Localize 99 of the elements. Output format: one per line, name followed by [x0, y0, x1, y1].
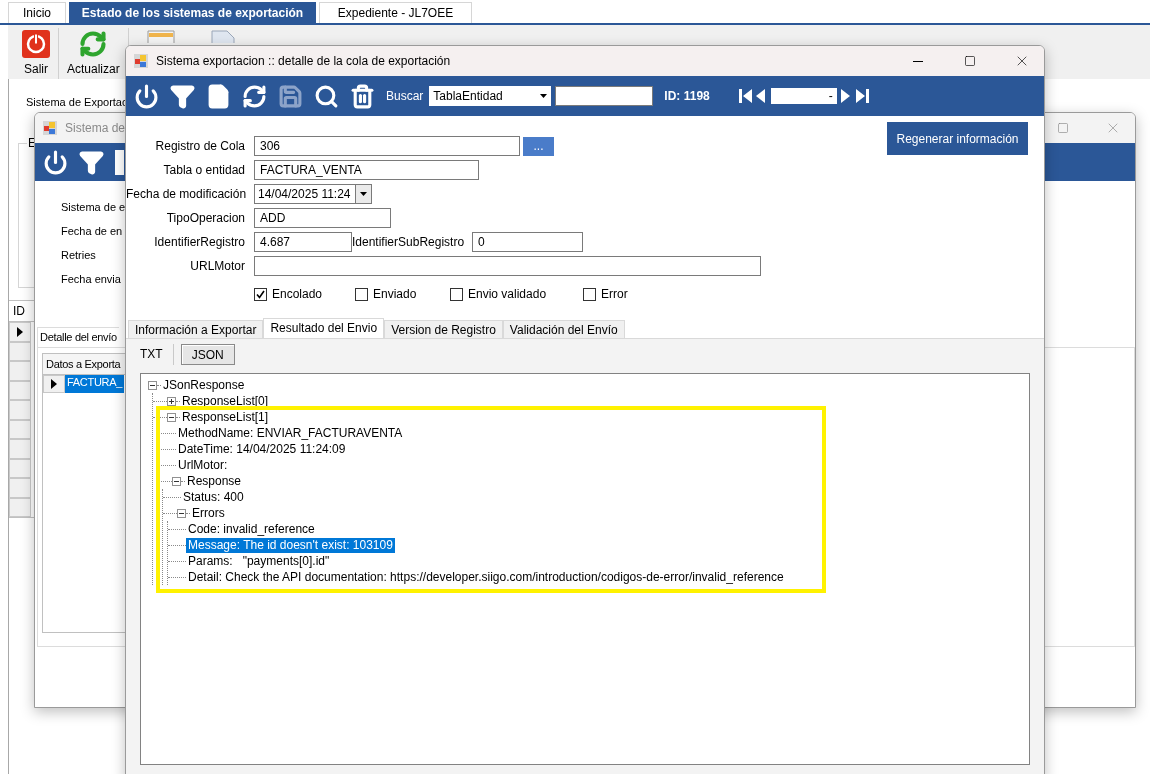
filter-button[interactable] [170, 83, 195, 109]
search-label: Buscar [386, 89, 424, 103]
checkbox[interactable]: Encolado [254, 287, 355, 301]
tab[interactable]: TXT [130, 344, 174, 365]
window-icon [146, 30, 175, 43]
filter-icon [79, 149, 104, 175]
field-label: Fecha de en [61, 225, 123, 239]
power-button[interactable] [134, 83, 159, 109]
tree-node[interactable]: Detail: Check the API documentation: https://developer.siigo.com/introduction/codigos-de-error/invalid_reference [186, 569, 786, 585]
caret-icon [360, 192, 367, 196]
checkbox[interactable]: Enviado [355, 287, 450, 301]
window-title: Sistema exportacion :: detalle de la cola de exportación [156, 54, 452, 68]
power-icon [134, 83, 159, 109]
triangle-left-button[interactable] [754, 89, 768, 103]
trash-icon [350, 83, 375, 109]
tree-node[interactable]: Params: "payments[0].id" [186, 553, 332, 569]
id-label: ID: 1198 [664, 89, 710, 103]
input-field[interactable]: 306 [254, 136, 520, 156]
skip-forward-icon [855, 89, 869, 103]
input-field[interactable]: 4.687 [254, 232, 352, 252]
tree-node[interactable]: Response [185, 473, 244, 489]
tab[interactable]: Version de Registro [384, 320, 503, 338]
section-label: Sistema de Exportac [26, 96, 128, 108]
caret-icon [540, 94, 548, 98]
date-field[interactable]: 14/04/2025 11:24 [254, 184, 372, 204]
skip-back-icon [738, 89, 752, 103]
field-label: Retries [61, 249, 96, 263]
row-selector[interactable] [9, 322, 31, 342]
tab[interactable]: Información a Exportar [128, 320, 264, 338]
tab[interactable]: Inicio [8, 2, 66, 23]
exit-button[interactable]: Salir [14, 28, 59, 79]
input-field[interactable] [254, 256, 761, 276]
row-pointer-icon [50, 379, 58, 389]
tree-node[interactable]: ResponseList[1] [180, 409, 271, 425]
field-label: Fecha de modificación [126, 187, 248, 201]
app-icon [43, 121, 57, 135]
search-icon [314, 83, 339, 109]
tab[interactable]: JSON [180, 344, 235, 365]
table-cell: FACTURA_ [65, 375, 125, 393]
field-label: Fecha envia [61, 273, 121, 287]
refresh-icon [79, 30, 108, 58]
input-field[interactable]: ADD [254, 208, 391, 228]
input-field[interactable]: FACTURA_VENTA [254, 160, 479, 180]
minimize-icon [913, 60, 923, 62]
field-label: Tabla o entidad [162, 163, 246, 177]
tree-node[interactable]: Status: 400 [181, 489, 246, 505]
filter-icon [170, 83, 195, 109]
power-icon [22, 30, 50, 58]
tree-node[interactable]: DateTime: 14/04/2025 11:24:09 [176, 441, 348, 457]
checkbox[interactable]: Error [583, 287, 761, 301]
field-label: TipoOperacion [165, 211, 246, 225]
collapse-icon[interactable] [148, 380, 157, 390]
column-header: Datos a Exporta [46, 358, 121, 370]
row-pointer-icon [16, 326, 24, 337]
tree-node[interactable]: ResponseList[0] [180, 393, 271, 409]
regenerate-button[interactable]: Regenerar información [887, 122, 1028, 155]
collapse-icon[interactable] [172, 476, 181, 486]
tab[interactable]: Validación del Envío [502, 320, 625, 338]
tree-node[interactable]: JSonResponse [161, 377, 247, 393]
tree-node[interactable]: Message: The id doesn't exist: 103109 [186, 537, 395, 553]
table-select[interactable]: TablaEntidad [429, 86, 552, 106]
tab[interactable]: Expediente - JL7OEE [319, 2, 472, 23]
tab[interactable]: Resultado del Envio [263, 318, 385, 338]
tab[interactable]: Detalle del envío [37, 327, 119, 347]
field-label: IdentifierRegistro [153, 235, 246, 249]
delete-button[interactable] [350, 83, 375, 109]
tree-node[interactable]: UrlMotor: [176, 457, 230, 473]
save-icon [278, 83, 303, 109]
field-label: Registro de Cola [154, 139, 246, 153]
checkbox[interactable]: Envio validado [450, 287, 583, 301]
filter-button[interactable] [79, 149, 104, 175]
refresh-icon [242, 83, 267, 109]
collapse-icon[interactable] [177, 508, 186, 518]
field-label: URLMotor [189, 259, 246, 273]
refresh-button[interactable] [242, 83, 267, 109]
window-title: Sistema de [65, 121, 127, 135]
input-field[interactable]: 0 [472, 232, 583, 252]
check-icon [256, 289, 265, 299]
browse-button[interactable]: ... [523, 136, 554, 156]
app-icon [134, 54, 148, 68]
row-selector[interactable] [43, 375, 65, 393]
triangle-left-icon [754, 89, 768, 103]
skip-back-button[interactable] [738, 89, 752, 103]
search-button[interactable] [314, 83, 339, 109]
record-field[interactable]: - [770, 88, 837, 104]
maximize-icon [964, 55, 976, 67]
expand-icon[interactable] [167, 396, 176, 406]
field-label: Sistema de e [61, 201, 126, 215]
collapse-icon[interactable] [167, 412, 176, 422]
search-field[interactable] [555, 86, 654, 106]
maximize-icon [1057, 122, 1069, 134]
power-icon [43, 149, 68, 175]
tree-node[interactable]: MethodName: ENVIAR_FACTURAVENTA [176, 425, 405, 441]
tree-node[interactable]: Code: invalid_reference [186, 521, 317, 537]
skip-forward-button[interactable] [855, 89, 869, 103]
tree-node[interactable]: Errors [190, 505, 227, 521]
power-button[interactable] [43, 149, 68, 175]
field-label: IdentifierSubRegistro [352, 235, 466, 249]
tab[interactable]: Estado de los sistemas de exportación [69, 2, 316, 23]
